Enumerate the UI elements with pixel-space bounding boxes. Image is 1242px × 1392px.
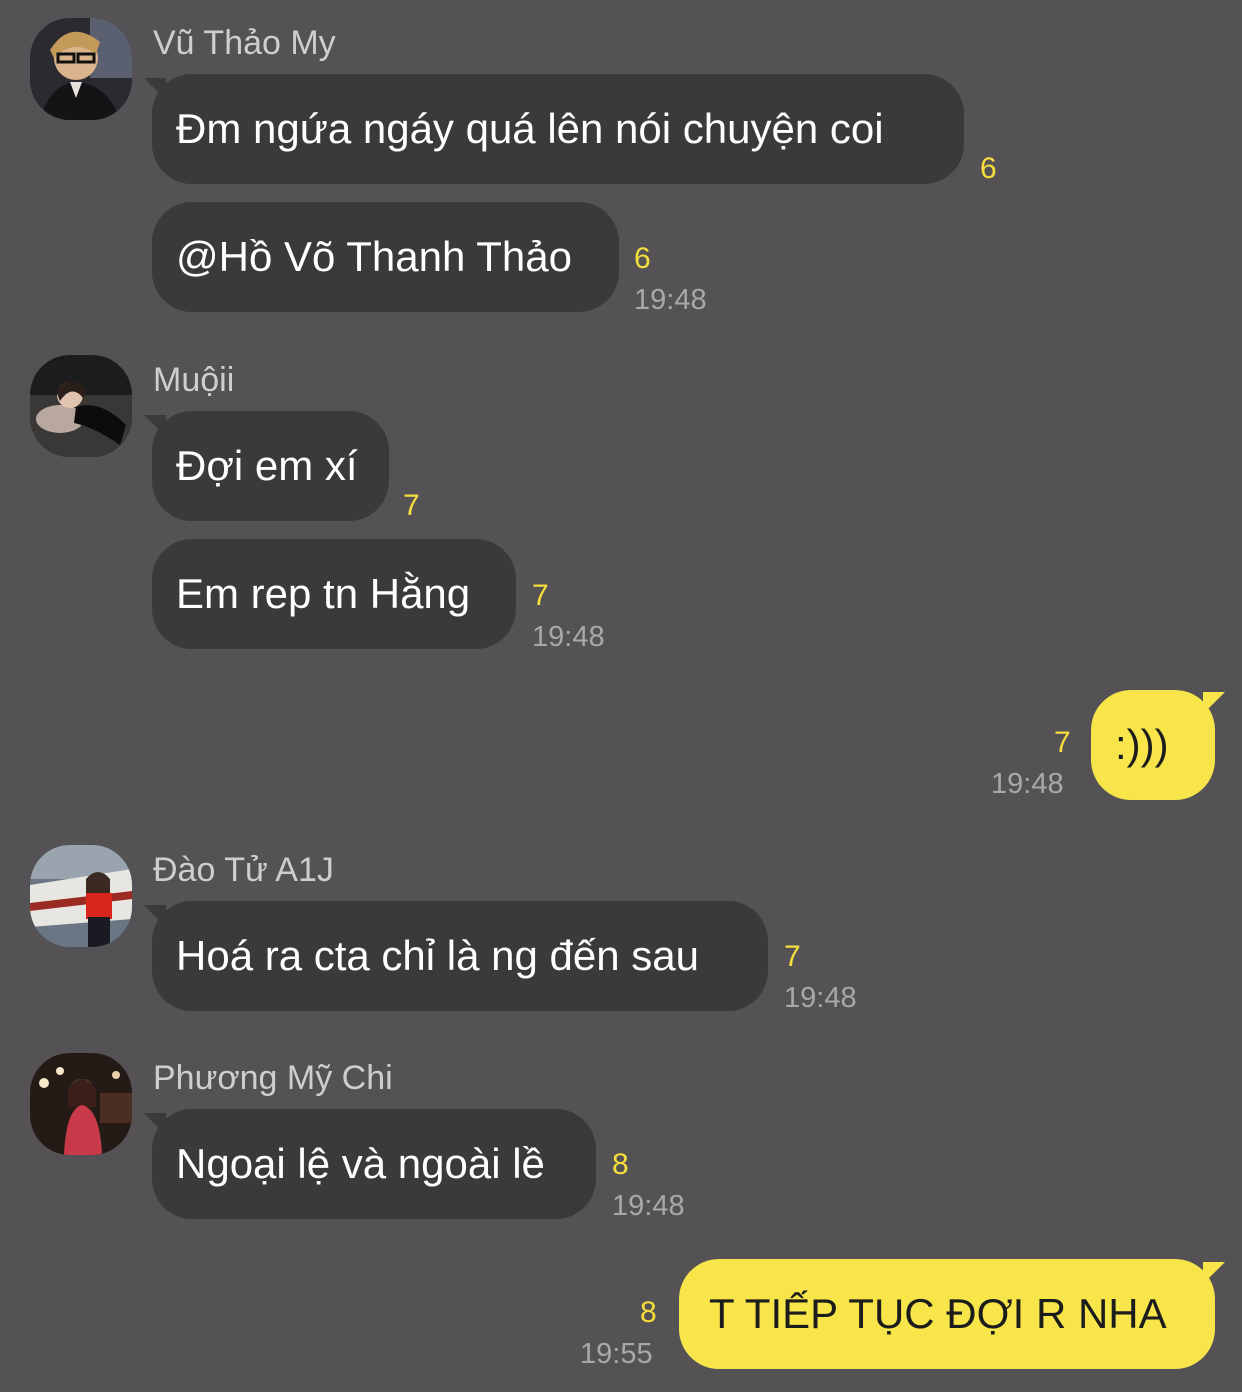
message-time: 19:48: [612, 1190, 685, 1222]
avatar[interactable]: [30, 355, 132, 457]
avatar[interactable]: [30, 18, 132, 120]
unread-count: 7: [1054, 726, 1071, 759]
sender-name: Đào Tử A1J: [153, 851, 334, 889]
message-time: 19:48: [634, 284, 707, 316]
message-bubble[interactable]: Ngoại lệ và ngoài lề: [152, 1109, 596, 1219]
sender-name: Muộii: [153, 361, 235, 399]
message-time: 19:48: [532, 621, 605, 653]
unread-count: 7: [403, 489, 420, 522]
sender-name: Vũ Thảo My: [153, 24, 336, 62]
bubble-tail: [1203, 1262, 1225, 1284]
message-bubble[interactable]: Em rep tn Hằng: [152, 539, 516, 649]
unread-count: 7: [532, 579, 549, 612]
message-time: 19:48: [991, 768, 1064, 800]
sender-name: Phương Mỹ Chi: [153, 1059, 393, 1097]
message-time: 19:48: [784, 982, 857, 1014]
message-bubble[interactable]: :))): [1091, 690, 1215, 800]
message-bubble[interactable]: Đợi em xí: [152, 411, 389, 521]
unread-count: 6: [634, 242, 651, 275]
bubble-tail: [1203, 692, 1225, 714]
message-bubble[interactable]: Hoá ra cta chỉ là ng đến sau: [152, 901, 768, 1011]
message-bubble[interactable]: Đm ngứa ngáy quá lên nói chuyện coi: [152, 74, 964, 184]
unread-count: 7: [784, 940, 801, 973]
unread-count: 8: [612, 1148, 629, 1181]
message-bubble[interactable]: @Hồ Võ Thanh Thảo: [152, 202, 619, 312]
message-time: 19:55: [580, 1338, 653, 1370]
unread-count: 8: [640, 1296, 657, 1329]
message-bubble[interactable]: T TIẾP TỤC ĐỢI R NHA: [679, 1259, 1215, 1369]
avatar[interactable]: [30, 845, 132, 947]
unread-count: 6: [980, 152, 997, 185]
avatar[interactable]: [30, 1053, 132, 1155]
